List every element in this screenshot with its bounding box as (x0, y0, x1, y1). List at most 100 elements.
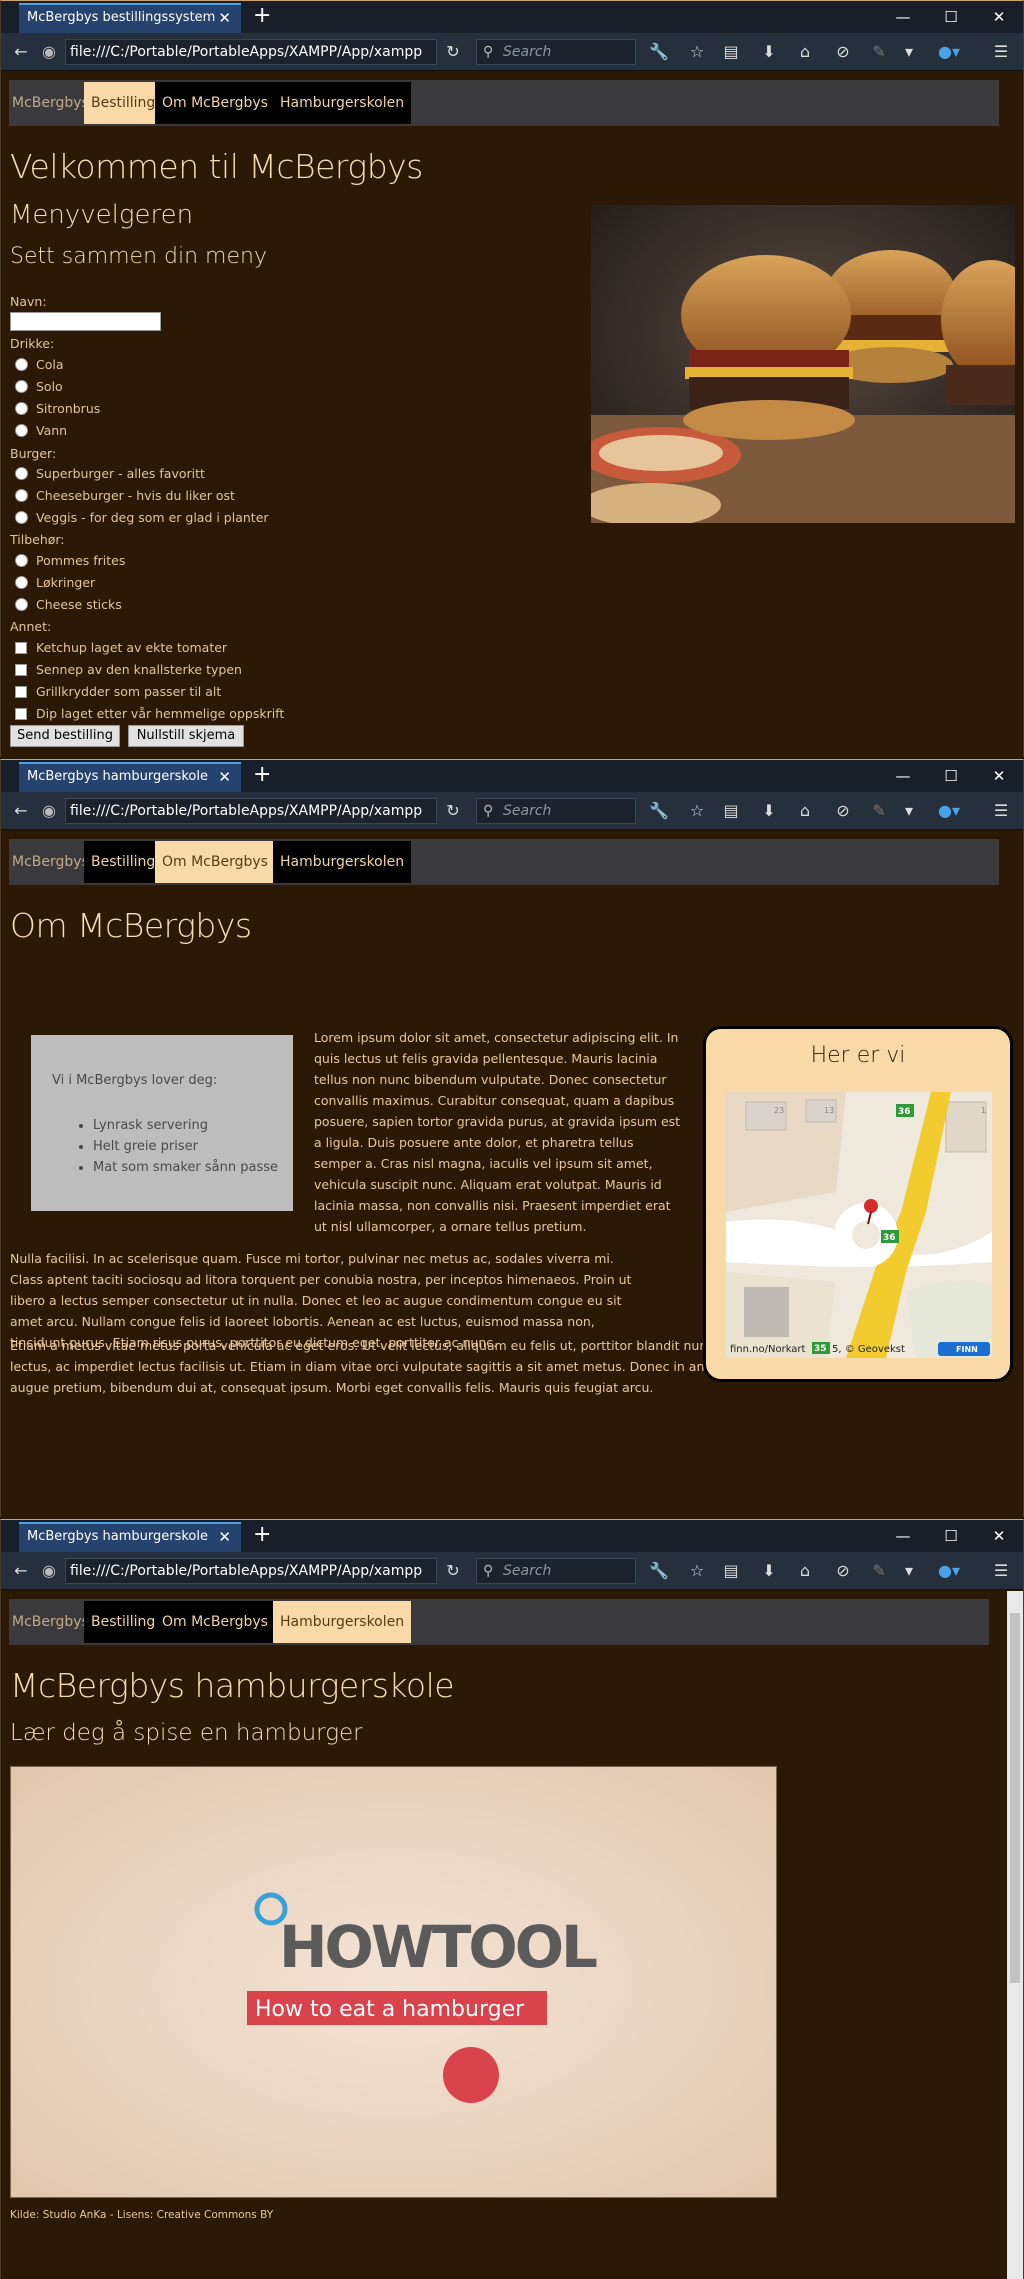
nav-hamburgerskolen[interactable]: Hamburgerskolen (273, 82, 412, 124)
search-field[interactable]: ⚲ Search (476, 798, 636, 824)
nav-toolbar: ← ◉ file:///C:/Portable/PortableApps/XAM… (1, 33, 1023, 71)
name-input[interactable] (10, 312, 161, 331)
checkbox-other[interactable]: Sennep av den knallsterke typen (15, 662, 242, 677)
wrench-icon[interactable]: 🔧 (647, 40, 671, 64)
radio-side[interactable]: Cheese sticks (15, 597, 122, 612)
pen-icon[interactable]: ✎ (867, 1559, 891, 1583)
back-icon[interactable]: ← (9, 40, 33, 64)
minimize-icon[interactable]: — (879, 760, 927, 792)
nav-bestilling[interactable]: Bestilling (84, 841, 163, 883)
site-info-icon[interactable]: ◉ (37, 799, 61, 823)
browser-tab[interactable]: McBergbys bestillingssystem ✕ (19, 3, 241, 33)
download-icon[interactable]: ⬇ (757, 1559, 781, 1583)
radio-drink[interactable]: Vann (15, 423, 67, 438)
reload-icon[interactable]: ↻ (441, 1559, 465, 1583)
wrench-icon[interactable]: 🔧 (647, 799, 671, 823)
search-field[interactable]: ⚲ Search (476, 39, 636, 65)
maximize-icon[interactable]: ☐ (927, 1, 975, 33)
bookmark-star-icon[interactable]: ☆ (685, 1559, 709, 1583)
nav-bestilling[interactable]: Bestilling (84, 1601, 163, 1643)
extension-icon[interactable]: ●▾ (937, 799, 961, 823)
home-icon[interactable]: ⌂ (793, 1559, 817, 1583)
nav-om[interactable]: Om McBergbys (155, 1601, 275, 1643)
new-tab-icon[interactable]: + (253, 4, 271, 28)
nav-mcbergbys[interactable]: McBergbys (9, 841, 92, 883)
nav-om[interactable]: Om McBergbys (155, 841, 275, 883)
browser-tab[interactable]: McBergbys hamburgerskole ✕ (19, 1522, 241, 1552)
nav-hamburgerskolen[interactable]: Hamburgerskolen (273, 1601, 412, 1643)
reload-icon[interactable]: ↻ (441, 40, 465, 64)
nav-om[interactable]: Om McBergbys (155, 82, 275, 124)
pen-icon[interactable]: ✎ (867, 799, 891, 823)
new-tab-icon[interactable]: + (253, 763, 271, 787)
nav-mcbergbys[interactable]: McBergbys (9, 1601, 92, 1643)
new-tab-icon[interactable]: + (253, 1523, 271, 1547)
menu-icon[interactable]: ☰ (989, 1559, 1013, 1583)
radio-drink[interactable]: Cola (15, 357, 64, 372)
site-info-icon[interactable]: ◉ (37, 40, 61, 64)
nav-mcbergbys[interactable]: McBergbys (9, 82, 92, 124)
menu-icon[interactable]: ☰ (989, 799, 1013, 823)
close-tab-icon[interactable]: ✕ (218, 764, 231, 790)
reset-button[interactable]: Nullstill skjema (128, 725, 244, 747)
radio-side[interactable]: Pommes frites (15, 553, 125, 568)
checkbox-other[interactable]: Dip laget etter vår hemmelige oppskrift (15, 706, 284, 721)
close-window-icon[interactable]: ✕ (975, 760, 1023, 792)
drinks-label: Drikke: (10, 336, 55, 351)
download-icon[interactable]: ⬇ (757, 40, 781, 64)
video-player[interactable]: HOWTOOL How to eat a hamburger (10, 1766, 777, 2198)
list-item: Lynrask servering (93, 1115, 278, 1136)
extension-icon[interactable]: ●▾ (937, 40, 961, 64)
sync-icon[interactable]: ⊘ (831, 40, 855, 64)
reading-list-icon[interactable]: ▤ (719, 40, 743, 64)
url-bar[interactable]: file:///C:/Portable/PortableApps/XAMPP/A… (65, 1558, 437, 1584)
nav-hamburgerskolen[interactable]: Hamburgerskolen (273, 841, 412, 883)
minimize-icon[interactable]: — (879, 1, 927, 33)
radio-burger[interactable]: Superburger - alles favoritt (15, 466, 205, 481)
radio-side[interactable]: Løkringer (15, 575, 95, 590)
maximize-icon[interactable]: ☐ (927, 760, 975, 792)
maximize-icon[interactable]: ☐ (927, 1520, 975, 1552)
search-field[interactable]: ⚲ Search (476, 1558, 636, 1584)
home-icon[interactable]: ⌂ (793, 799, 817, 823)
url-bar[interactable]: file:///C:/Portable/PortableApps/XAMPP/A… (65, 798, 437, 824)
nav-bestilling[interactable]: Bestilling (84, 82, 163, 124)
extension-icon[interactable]: ●▾ (937, 1559, 961, 1583)
minimize-icon[interactable]: — (879, 1520, 927, 1552)
radio-burger[interactable]: Veggis - for deg som er glad i planter (15, 510, 269, 525)
back-icon[interactable]: ← (9, 1559, 33, 1583)
wrench-icon[interactable]: 🔧 (647, 1559, 671, 1583)
close-window-icon[interactable]: ✕ (975, 1520, 1023, 1552)
menu-icon[interactable]: ☰ (989, 40, 1013, 64)
browser-tab[interactable]: McBergbys hamburgerskole ✕ (19, 762, 241, 792)
map[interactable]: 36 36 23 13 1 finn.no/Norkart 35 5, © Ge… (726, 1092, 992, 1358)
radio-drink[interactable]: Solo (15, 379, 63, 394)
reload-icon[interactable]: ↻ (441, 799, 465, 823)
url-bar[interactable]: file:///C:/Portable/PortableApps/XAMPP/A… (65, 39, 437, 65)
dropdown-icon[interactable]: ▾ (897, 799, 921, 823)
close-tab-icon[interactable]: ✕ (218, 1524, 231, 1550)
radio-drink[interactable]: Sitronbrus (15, 401, 100, 416)
dropdown-icon[interactable]: ▾ (897, 1559, 921, 1583)
scroll-thumb[interactable] (1010, 1613, 1020, 1983)
site-info-icon[interactable]: ◉ (37, 1559, 61, 1583)
checkbox-other[interactable]: Ketchup laget av ekte tomater (15, 640, 227, 655)
checkbox-other[interactable]: Grillkrydder som passer til alt (15, 684, 221, 699)
page-title: Velkommen til McBergbys (10, 147, 423, 186)
close-window-icon[interactable]: ✕ (975, 1, 1023, 33)
close-tab-icon[interactable]: ✕ (218, 5, 231, 31)
submit-button[interactable]: Send bestilling (10, 725, 120, 747)
bookmark-star-icon[interactable]: ☆ (685, 40, 709, 64)
radio-burger[interactable]: Cheeseburger - hvis du liker ost (15, 488, 235, 503)
back-icon[interactable]: ← (9, 799, 33, 823)
reading-list-icon[interactable]: ▤ (719, 799, 743, 823)
bookmark-star-icon[interactable]: ☆ (685, 799, 709, 823)
sync-icon[interactable]: ⊘ (831, 1559, 855, 1583)
dropdown-icon[interactable]: ▾ (897, 40, 921, 64)
reading-list-icon[interactable]: ▤ (719, 1559, 743, 1583)
download-icon[interactable]: ⬇ (757, 799, 781, 823)
pen-icon[interactable]: ✎ (867, 40, 891, 64)
sync-icon[interactable]: ⊘ (831, 799, 855, 823)
home-icon[interactable]: ⌂ (793, 40, 817, 64)
scrollbar[interactable] (1007, 1591, 1023, 2279)
